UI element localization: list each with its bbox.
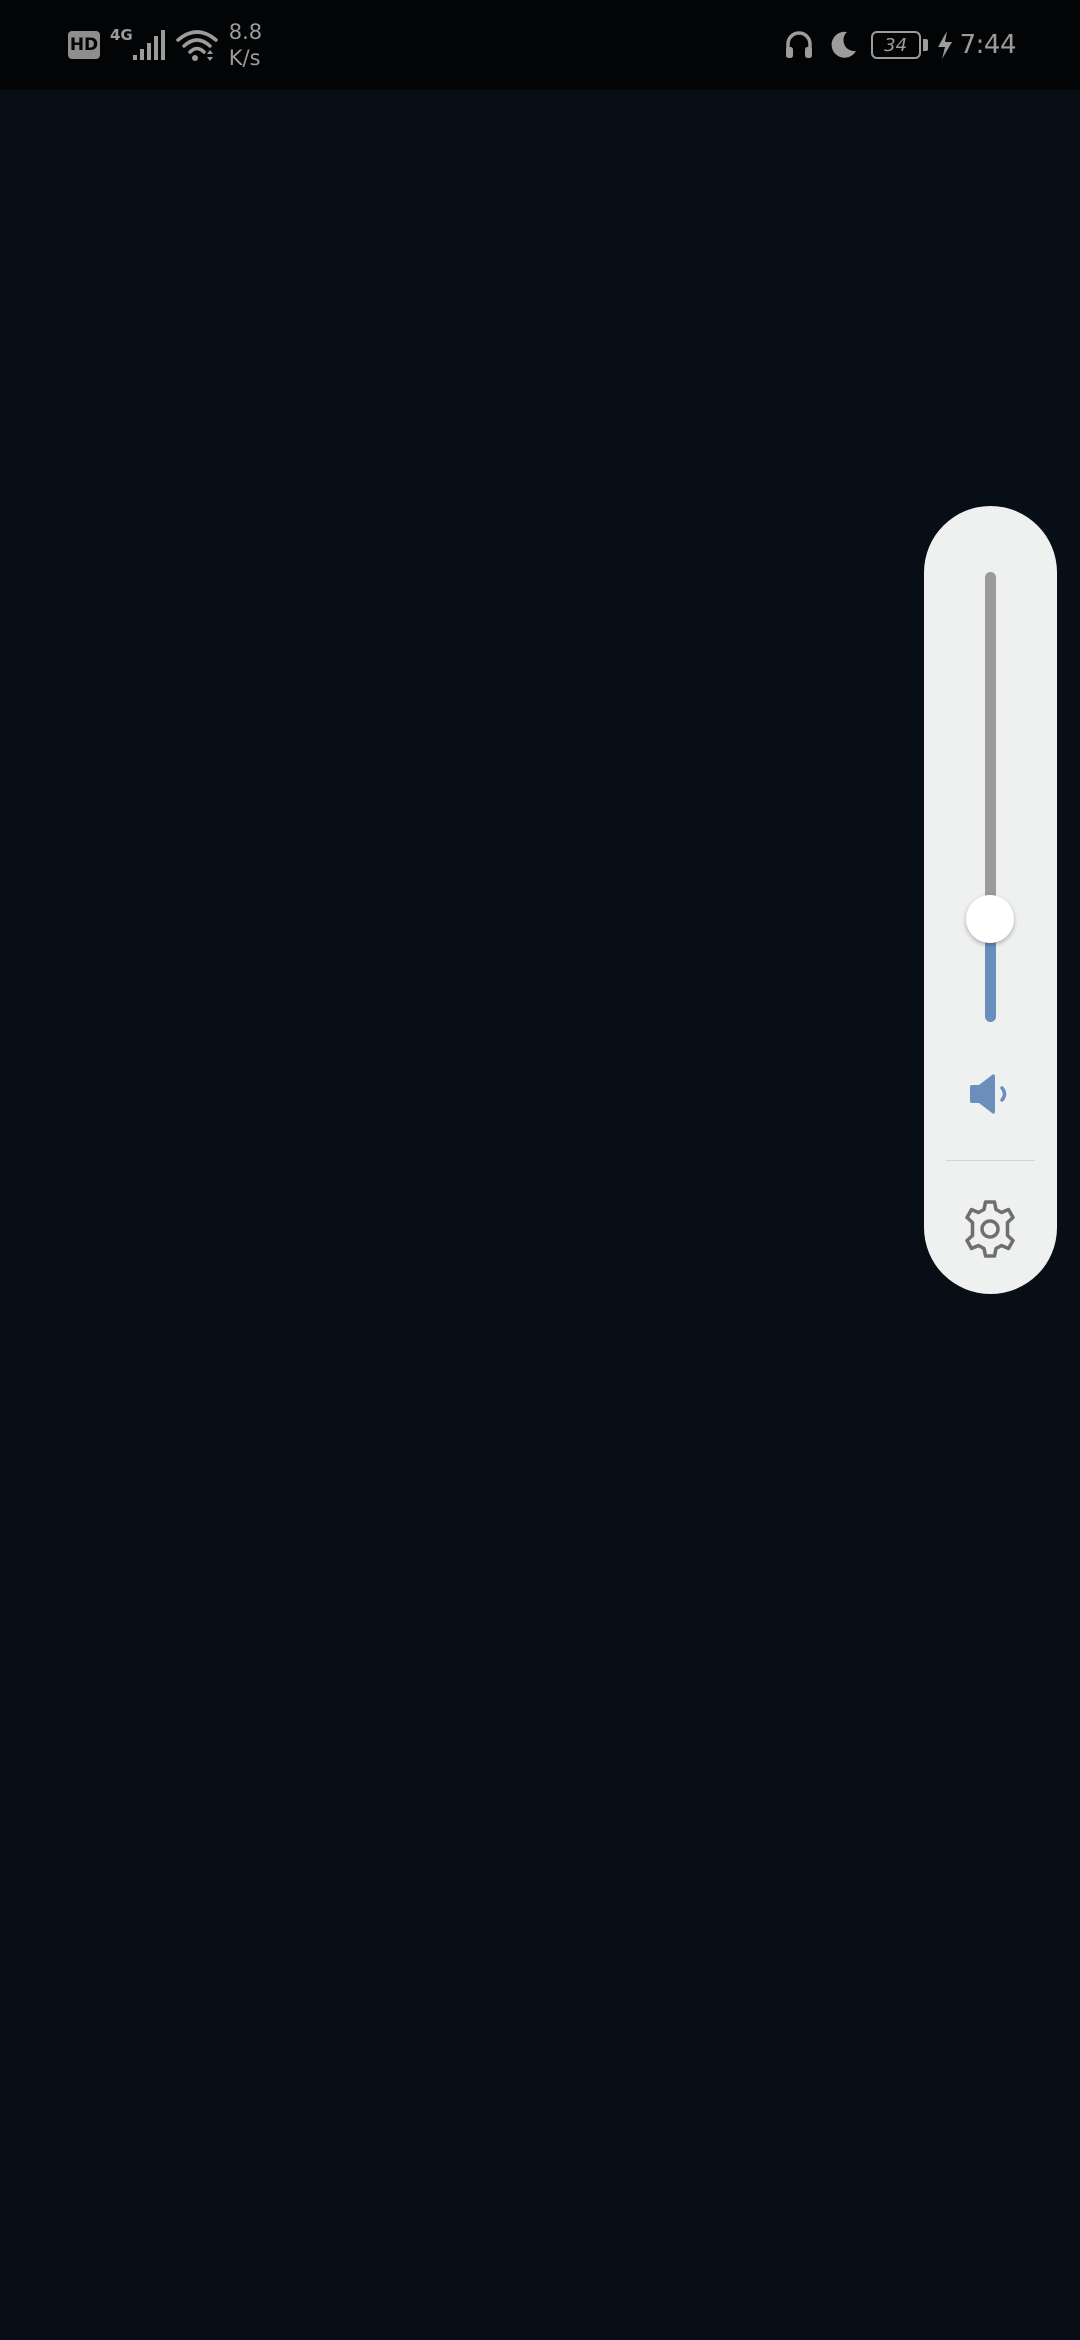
network-speed-unit: K/s (228, 46, 261, 70)
status-bar-left: HD 4G 8.8 K/s (68, 0, 262, 90)
wifi-icon (176, 30, 218, 61)
headphones-icon (785, 31, 812, 58)
charging-icon (937, 31, 952, 59)
status-bar-right: 34 7:44 (783, 0, 1017, 90)
volume-slider-thumb[interactable] (966, 894, 1014, 943)
status-bar: HD 4G 8.8 K/s 34 7:44 (0, 0, 1080, 90)
network-speed: 8.8 K/s (229, 19, 262, 71)
gear-icon (965, 1200, 1015, 1258)
settings-button[interactable] (957, 1196, 1023, 1262)
speaker-icon (970, 1074, 1007, 1114)
volume-slider-track[interactable] (985, 572, 996, 1022)
network-speed-value: 8.8 (228, 20, 263, 44)
volume-panel (924, 506, 1057, 1294)
network-type-label: 4G (110, 26, 133, 44)
clock: 7:44 (959, 30, 1017, 60)
battery-tip (922, 39, 928, 51)
moon-icon (831, 31, 856, 58)
screen: HD 4G 8.8 K/s 34 7:44 (0, 0, 1080, 2340)
panel-divider (946, 1160, 1035, 1161)
battery-icon: 34 (870, 31, 921, 59)
signal-icon (132, 30, 165, 60)
speaker-button[interactable] (960, 1064, 1020, 1124)
battery-level: 34 (884, 34, 908, 56)
hd-icon: HD (68, 31, 100, 59)
